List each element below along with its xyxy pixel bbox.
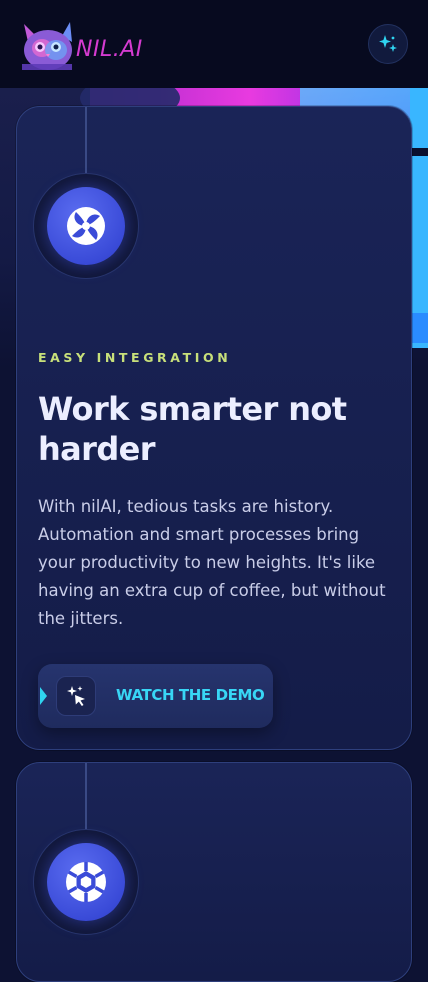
top-navigation-bar: NIL.AI <box>0 0 428 88</box>
brand-name: NIL.AI <box>76 37 143 62</box>
brand-logo[interactable]: NIL.AI <box>18 20 142 72</box>
feature-description: With nilAI, tedious tasks are history. A… <box>38 497 386 628</box>
swirl-icon <box>67 207 105 245</box>
connector-line <box>85 107 87 177</box>
sparkle-icon <box>379 35 397 52</box>
cat-logo-icon <box>22 22 72 70</box>
aperture-icon <box>66 862 106 902</box>
feature-card-next <box>16 762 412 982</box>
feature-title: Work smarter not harder <box>38 390 347 468</box>
sparkle-cursor-icon <box>67 686 85 706</box>
connector-line <box>85 763 87 833</box>
play-indicator-icon <box>40 687 47 705</box>
feature-icon-badge <box>33 829 139 935</box>
sparkle-menu-button[interactable] <box>368 24 408 64</box>
watch-demo-button[interactable]: WATCH THE DEMO <box>38 664 273 728</box>
demo-icon-tile <box>56 676 96 716</box>
feature-icon-badge <box>33 173 139 279</box>
section-eyebrow: EASY INTEGRATION <box>38 350 232 365</box>
feature-card: EASY INTEGRATION Work smarter not harder… <box>16 106 412 750</box>
watch-demo-label: WATCH THE DEMO <box>116 686 265 704</box>
